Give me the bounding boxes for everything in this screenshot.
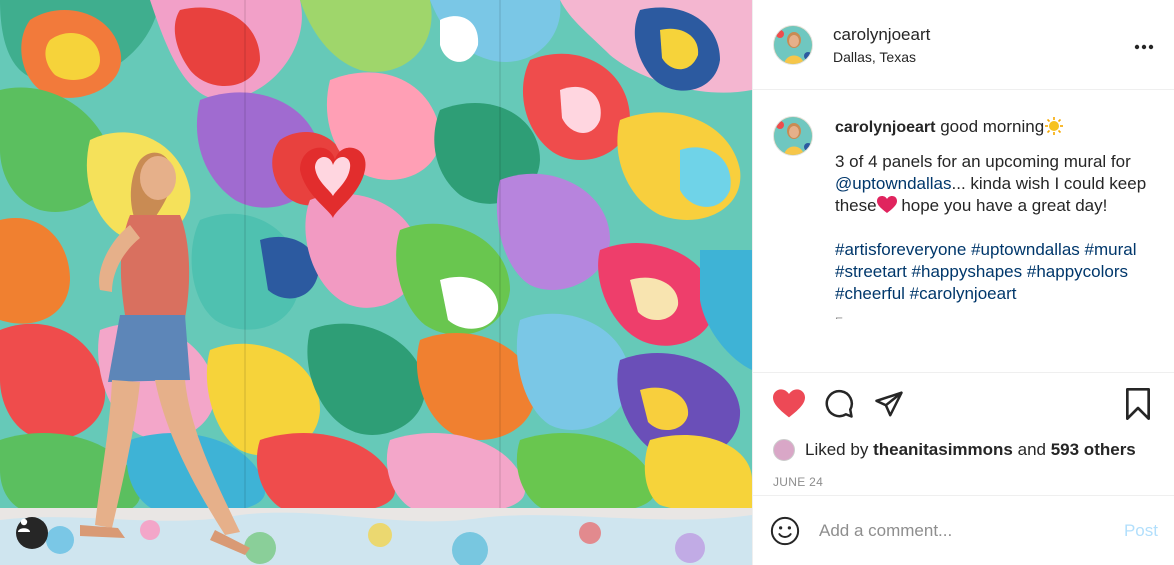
likes-count-link[interactable]: 593 others xyxy=(1051,440,1136,460)
comment-button[interactable] xyxy=(819,384,859,424)
hashtag-link[interactable]: #artisforeveryone xyxy=(835,240,966,259)
caption-line3: hope you have a great day! xyxy=(896,196,1108,215)
author-avatar[interactable] xyxy=(773,24,813,65)
bookmark-icon xyxy=(1126,388,1150,420)
comment-input[interactable] xyxy=(819,520,1124,541)
mention-link[interactable]: @uptowndallas xyxy=(835,174,952,193)
hashtag-link[interactable]: #cheerful xyxy=(835,284,905,303)
caption-line1: 3 of 4 panels for an upcoming mural for xyxy=(835,152,1131,171)
user-tag-icon xyxy=(18,518,30,532)
avatar-image xyxy=(774,117,812,155)
comment-bar: Post xyxy=(753,495,1174,565)
more-options-icon xyxy=(1134,44,1154,50)
emoji-button[interactable] xyxy=(769,511,801,551)
post-image[interactable] xyxy=(0,0,752,565)
likes-conjunction: and xyxy=(1017,440,1046,459)
heart-icon xyxy=(773,389,805,418)
author-info: carolynjoeart Dallas, Texas xyxy=(833,25,1134,65)
caption-text: carolynjoeart good morning 3 of 4 panels… xyxy=(835,116,1154,372)
hashtag-link[interactable]: #uptowndallas xyxy=(971,240,1080,259)
action-bar xyxy=(753,373,1174,435)
caption-section: carolynjoeart good morning 3 of 4 panels… xyxy=(753,90,1174,372)
author-username[interactable]: carolynjoeart xyxy=(833,25,1134,45)
hashtag-list: #artisforeveryone #uptowndallas #mural #… xyxy=(835,239,1154,305)
more-options-button[interactable] xyxy=(1134,33,1154,56)
share-button[interactable] xyxy=(869,384,909,424)
liker-username[interactable]: theanitasimmons xyxy=(873,440,1013,460)
hashtag-link[interactable]: #happyshapes xyxy=(912,262,1023,281)
likes-prefix: Liked by xyxy=(805,440,869,459)
avatar-image xyxy=(774,25,812,64)
post-comment-button[interactable]: Post xyxy=(1124,521,1158,541)
sun-emoji-icon xyxy=(1045,117,1064,135)
caption-paragraph: 3 of 4 panels for an upcoming mural for … xyxy=(835,151,1154,217)
user-tag-button[interactable] xyxy=(16,517,48,549)
share-icon xyxy=(875,391,903,417)
actions-section: Liked by theanitasimmons and 593 others … xyxy=(753,372,1174,497)
save-button[interactable] xyxy=(1118,384,1158,424)
post-location[interactable]: Dallas, Texas xyxy=(833,49,1134,65)
hashtag-link[interactable]: #mural xyxy=(1085,240,1137,259)
like-button[interactable] xyxy=(769,384,809,424)
comment-icon xyxy=(825,389,854,418)
instagram-post: carolynjoeart Dallas, Texas carolynjoear… xyxy=(0,0,1174,565)
likes-summary: Liked by theanitasimmons and 593 others xyxy=(753,435,1174,465)
hashtag-link[interactable]: #carolynjoeart xyxy=(910,284,1017,303)
liker-avatar[interactable] xyxy=(773,439,795,461)
caption-avatar[interactable] xyxy=(773,116,813,156)
truncated-caption: Ev... xyxy=(835,311,1154,319)
caption-username[interactable]: carolynjoeart xyxy=(835,119,935,136)
mural-photo xyxy=(0,0,752,565)
hashtag-link[interactable]: #streetart xyxy=(835,262,907,281)
hashtag-link[interactable]: #happycolors xyxy=(1027,262,1128,281)
post-header: carolynjoeart Dallas, Texas xyxy=(753,0,1174,90)
caption-greeting: good morning xyxy=(940,117,1045,136)
post-date[interactable]: JUNE 24 xyxy=(753,465,1174,497)
red-heart-emoji-icon xyxy=(876,196,897,213)
emoji-icon xyxy=(770,516,800,545)
post-side-panel: carolynjoeart Dallas, Texas carolynjoear… xyxy=(752,0,1174,565)
